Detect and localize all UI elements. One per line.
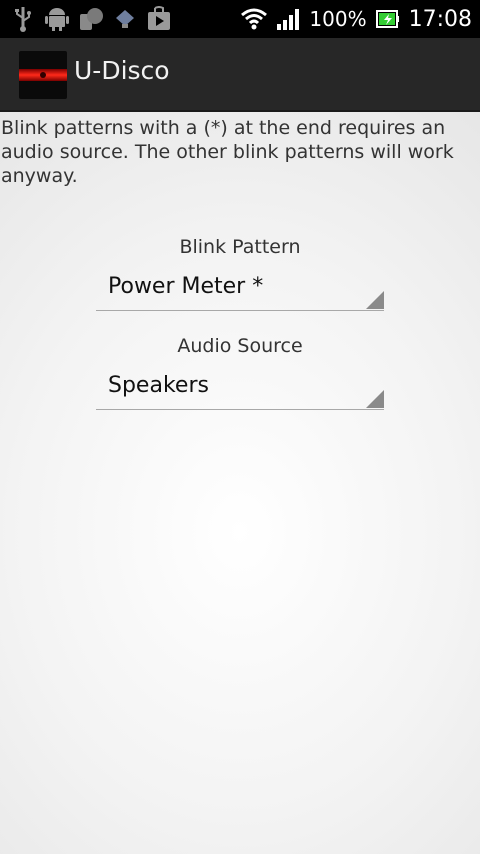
blink-pattern-label: Blink Pattern (179, 236, 301, 258)
action-bar: U-Disco (0, 38, 480, 112)
status-bar: 100% 17:08 (0, 0, 480, 38)
android-debug-icon (44, 6, 70, 32)
app-logo-icon[interactable] (19, 51, 67, 99)
info-text: Blink patterns with a (*) at the end req… (1, 117, 454, 187)
clock: 17:08 (408, 6, 472, 32)
play-store-icon (146, 6, 172, 32)
wifi-icon (241, 6, 268, 32)
signal-icon (275, 6, 301, 32)
notification-icons (10, 4, 172, 34)
dropdown-arrow-icon (366, 390, 384, 408)
blink-pattern-spinner[interactable]: Power Meter * (96, 270, 384, 311)
system-icons: 100% 17:08 (241, 0, 472, 38)
battery-percent: 100% (309, 7, 367, 31)
dropdown-arrow-icon (366, 291, 384, 309)
storage-icon (112, 6, 138, 32)
blink-pattern-value: Power Meter * (108, 274, 264, 299)
audio-source-label: Audio Source (177, 335, 303, 357)
usb-icon (10, 6, 36, 32)
audio-source-value: Speakers (108, 373, 209, 398)
battery-charging-icon (375, 6, 401, 32)
app-title: U-Disco (74, 56, 170, 85)
notification-icon (78, 6, 104, 32)
audio-source-spinner[interactable]: Speakers (96, 369, 384, 410)
main-content: Blink patterns with a (*) at the end req… (0, 112, 480, 854)
